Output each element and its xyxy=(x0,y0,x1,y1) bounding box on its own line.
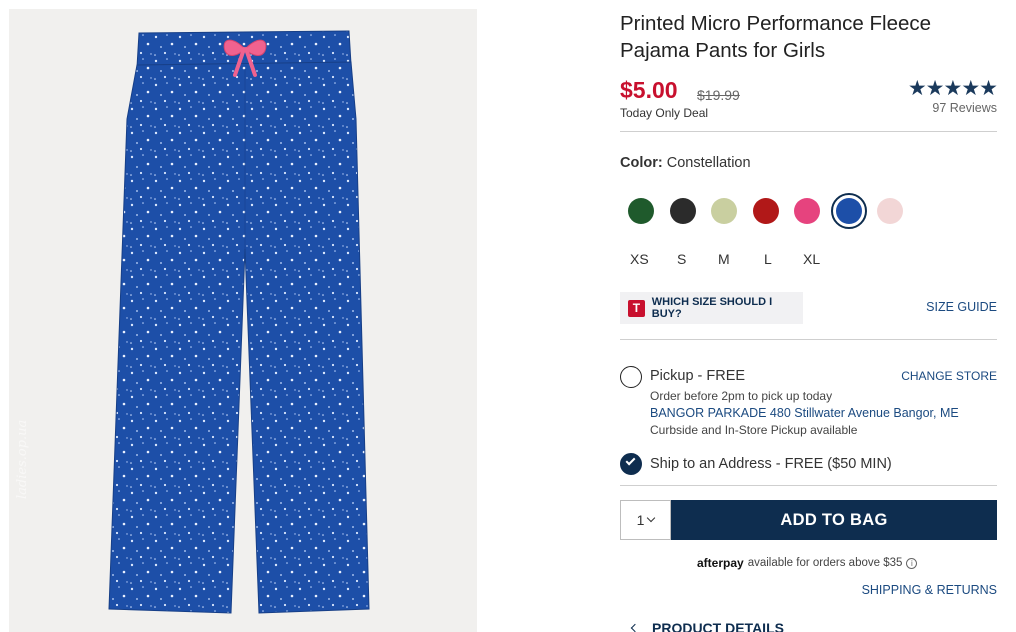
size-s[interactable]: S xyxy=(677,251,686,267)
product-image: ladies.op.ua xyxy=(9,9,477,632)
size-m[interactable]: M xyxy=(718,251,730,267)
reviews-link[interactable]: 97 Reviews xyxy=(932,101,997,115)
afterpay-logo: afterpay xyxy=(697,556,744,570)
chevron-down-icon xyxy=(647,513,656,523)
product-details-toggle[interactable]: PRODUCT DETAILS xyxy=(630,620,784,632)
swatch-green-trees[interactable] xyxy=(628,198,654,224)
swatch-constellation-fill xyxy=(836,198,862,224)
add-to-bag-button[interactable]: ADD TO BAG xyxy=(671,500,997,540)
original-price: $19.99 xyxy=(697,87,740,103)
swatch-green-plaid[interactable] xyxy=(711,198,737,224)
afterpay-row: afterpay available for orders above $35 … xyxy=(697,556,918,570)
info-icon[interactable]: i xyxy=(906,557,918,569)
size-xs[interactable]: XS xyxy=(630,251,649,267)
store-address-link[interactable]: BANGOR PARKADE 480 Stillwater Avenue Ban… xyxy=(650,406,959,420)
which-size-button[interactable]: T WHICH SIZE SHOULD I BUY? xyxy=(620,292,803,324)
ship-radio-checked[interactable] xyxy=(620,453,642,475)
afterpay-text: available for orders above $35 xyxy=(747,557,903,569)
size-l[interactable]: L xyxy=(764,251,772,267)
deal-label: Today Only Deal xyxy=(620,106,709,120)
which-size-label: WHICH SIZE SHOULD I BUY? xyxy=(651,296,773,320)
sale-price: $5.00 xyxy=(620,77,678,103)
color-label: Color: xyxy=(620,155,663,171)
swatch-dark-reindeer[interactable] xyxy=(670,198,696,224)
swatch-pink-penguin[interactable] xyxy=(794,198,820,224)
swatch-candy-cane[interactable] xyxy=(877,198,903,224)
ship-label: Ship to an Address - FREE ($50 MIN) xyxy=(650,456,892,472)
pajama-pants-illustration xyxy=(108,30,370,614)
color-label-row: Color: Constellation xyxy=(620,155,751,171)
divider xyxy=(620,339,997,340)
size-xl[interactable]: XL xyxy=(803,251,820,267)
swatch-constellation-selected[interactable] xyxy=(831,193,867,229)
pickup-label: Pickup - FREE xyxy=(650,368,746,384)
quantity-select[interactable]: 1 xyxy=(620,500,671,540)
rating-stars-icon[interactable]: ★★★★★ xyxy=(908,76,998,101)
selected-color-name: Constellation xyxy=(666,155,751,171)
pickup-note: Order before 2pm to pick up today xyxy=(650,389,833,403)
divider xyxy=(620,485,997,486)
shipping-returns-link[interactable]: SHIPPING & RETURNS xyxy=(862,583,997,597)
swatch-red-buffalo-check[interactable] xyxy=(753,198,779,224)
product-title: Printed Micro Performance Fleece Pajama … xyxy=(620,12,932,62)
pickup-radio[interactable] xyxy=(620,366,642,388)
size-guide-link[interactable]: SIZE GUIDE xyxy=(926,300,997,314)
product-details-label: PRODUCT DETAILS xyxy=(652,620,784,632)
watermark-text: ladies.op.ua xyxy=(15,419,30,499)
divider xyxy=(620,131,997,132)
t-logo-icon: T xyxy=(628,299,645,317)
quantity-value: 1 xyxy=(636,512,645,528)
checkmark-icon xyxy=(625,455,636,466)
change-store-link[interactable]: CHANGE STORE xyxy=(901,369,997,383)
chevron-left-icon xyxy=(630,623,640,632)
pickup-availability: Curbside and In-Store Pickup available xyxy=(650,423,858,437)
